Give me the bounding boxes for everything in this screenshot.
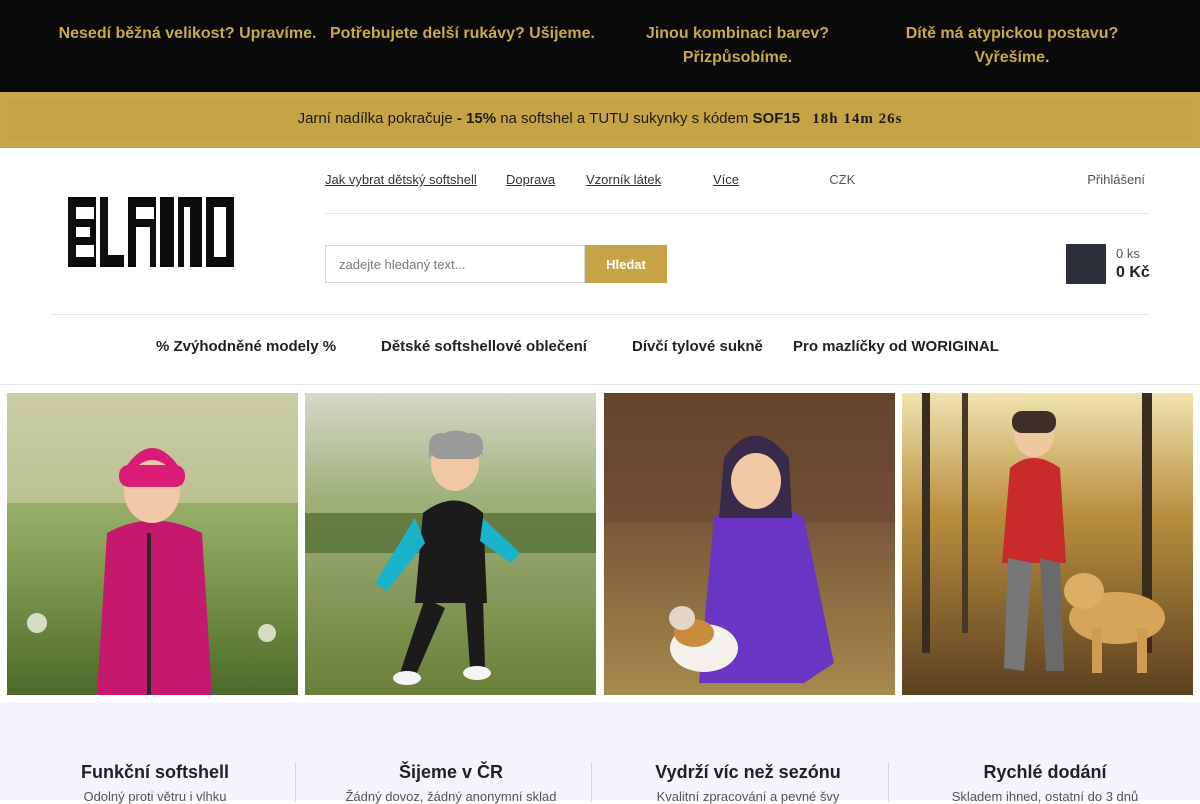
feature-fast-delivery: Rychlé dodání Skladem ihned, ostatní do … (897, 762, 1193, 804)
login-link[interactable]: Přihlášení (1080, 172, 1145, 187)
elfino-logo[interactable]: ELFINO (66, 192, 236, 272)
feature-title: Rychlé dodání (983, 762, 1107, 782)
header-divider (325, 213, 1150, 214)
feature-functional-softshell: Funkční softshell Odolný proti větru i v… (7, 762, 303, 804)
promo-lead: Jarní nadílka pokračuje (297, 110, 457, 127)
feature-desc: Žádný dovoz, žádný anonymní sklad (345, 789, 557, 804)
link-how-to-choose[interactable]: Jak vybrat dětský softshell (325, 172, 477, 187)
cart-price[interactable]: 0 Kč (1116, 264, 1150, 282)
search-button[interactable]: Hledat (585, 245, 667, 283)
search-input[interactable] (325, 245, 585, 283)
promo-timer: 18h 14m 26s (812, 111, 903, 127)
promo-text: Jarní nadílka pokračuje - 15% na softshe… (0, 110, 1200, 128)
feature-divider (888, 762, 889, 802)
gallery-image-boy-running[interactable] (305, 393, 596, 695)
nav-item-tulle-skirts[interactable]: Dívčí tylové sukně (632, 338, 763, 355)
features-strip: Funkční softshell Odolný proti větru i v… (0, 702, 1200, 804)
benefit-message-3: Jinou kombinaci barev? Přizpůsobíme. (645, 25, 830, 66)
feature-durable: Vydrží víc než sezónu Kvalitní zpracován… (600, 762, 896, 804)
hero-gallery (0, 384, 1200, 702)
logo-text: ELFINO (149, 251, 153, 253)
top-benefits-bar: Nesedí běžná velikost? Upravíme. Potřebu… (0, 0, 1200, 92)
promo-code-prefix: s kódem (691, 110, 753, 127)
benefit-message-4: Dítě má atypickou postavu? Vyřešíme. (905, 25, 1119, 66)
promo-bar: Jarní nadílka pokračuje - 15% na softshe… (0, 92, 1200, 148)
feature-title: Šijeme v ČR (398, 762, 504, 782)
promo-mid: na softshel a TUTU sukynky (496, 110, 692, 127)
currency-label: CZK (829, 172, 856, 187)
nav-item-pets[interactable]: Pro mazlíčky od WORIGINAL (793, 338, 1007, 355)
nav-item-discounted[interactable]: % Zvýhodněné modely % (156, 338, 344, 355)
link-more[interactable]: Více (713, 172, 739, 187)
feature-desc: Kvalitní zpracování a pevné švy (656, 789, 840, 804)
site-header: ELFINO Jak vybrat dětský softshell Dopra… (0, 148, 1200, 384)
nav-item-softshell[interactable]: Dětské softshellové oblečení (381, 338, 595, 355)
promo-discount: - 15% (456, 110, 497, 127)
feature-divider (591, 762, 592, 802)
currency-selector[interactable]: CZK (822, 172, 855, 187)
feature-title: Vydrží víc než sezónu (655, 762, 841, 782)
feature-desc: Skladem ihned, ostatní do 3 dnů (951, 789, 1139, 804)
login-label: Přihlášení (1087, 172, 1146, 187)
nav-divider (50, 314, 1150, 315)
gallery-image-girl-pink-jacket[interactable] (7, 393, 298, 695)
feature-divider (295, 762, 296, 802)
link-fabric-samples[interactable]: Vzorník látek (586, 172, 661, 187)
gallery-image-boy-with-cat[interactable] (604, 393, 895, 695)
feature-desc: Odolný proti větru i vlhku (83, 789, 227, 804)
main-navigation: % Zvýhodněné modely % Dětské softshellov… (0, 338, 1200, 362)
feature-title: Funkční softshell (80, 762, 230, 782)
gallery-image-boy-with-dog[interactable] (902, 393, 1193, 695)
benefit-message-1: Nesedí běžná velikost? Upravíme. (58, 25, 317, 42)
benefit-message-2: Potřebujete delší rukávy? Ušijeme. (330, 25, 595, 42)
promo-code: SOF15 (752, 110, 801, 127)
cart-icon[interactable] (1066, 244, 1106, 284)
cart-count[interactable]: 0 ks (1116, 246, 1140, 261)
link-shipping[interactable]: Doprava (506, 172, 555, 187)
feature-made-in-cz: Šijeme v ČR Žádný dovoz, žádný anonymní … (303, 762, 599, 804)
